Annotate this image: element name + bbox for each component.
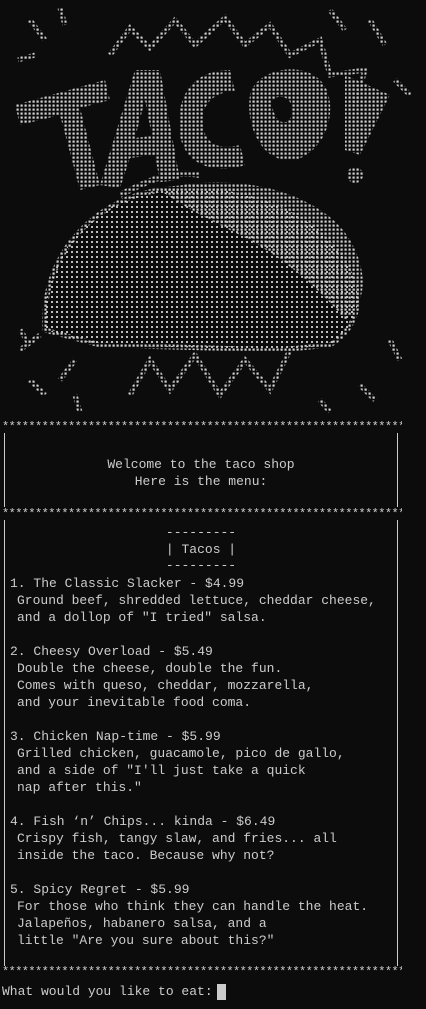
terminal-window: ****************************************… (0, 0, 426, 1009)
menu-item-title: 1. The Classic Slacker - $4.99 (10, 576, 245, 591)
menu-item-title: 4. Fish ‘n’ Chips... kinda - $6.49 (10, 814, 276, 829)
menu-header: | Tacos | (165, 542, 237, 557)
menu-item-desc: Jalapeños, habanero salsa, and a (17, 916, 267, 931)
menu-item-desc: inside the taco. Because why not? (17, 848, 275, 863)
border-right-menu (397, 520, 398, 966)
menu-item-desc: Grilled chicken, guacamole, pico de gall… (17, 746, 345, 761)
menu-header-rule-top: --------- (165, 525, 237, 540)
menu-intro-text: Here is the menu: (134, 474, 268, 489)
menu-item-desc: and a dollop of "I tried" salsa. (17, 610, 267, 625)
menu-item-desc: and a side of "I'll just take a quick (17, 763, 306, 778)
menu-item-desc: nap after this." (17, 780, 142, 795)
input-prompt[interactable]: What would you like to eat: (2, 983, 226, 1000)
taco-ascii-art (0, 0, 426, 420)
menu-item-desc: Crispy fish, tangy slaw, and fries... al… (17, 831, 337, 846)
welcome-text: Welcome to the taco shop (107, 457, 295, 472)
menu-item-desc: For those who think they can handle the … (17, 899, 369, 914)
separator-middle: ****************************************… (2, 508, 402, 520)
menu-item-desc: Comes with queso, cheddar, mozzarella, (17, 678, 314, 693)
menu-item-desc: and your inevitable food coma. (17, 695, 252, 710)
menu-item-title: 3. Chicken Nap-time - $5.99 (10, 729, 221, 744)
separator-top: ****************************************… (2, 421, 402, 433)
menu-item-title: 2. Cheesy Overload - $5.49 (10, 644, 213, 659)
taco-art-icon (15, 7, 412, 414)
text-cursor[interactable] (216, 983, 226, 1000)
menu-item-desc: Double the cheese, double the fun. (17, 661, 283, 676)
prompt-label: What would you like to eat: (2, 984, 213, 999)
menu-item-desc: Ground beef, shredded lettuce, cheddar c… (17, 593, 376, 608)
menu-item-desc: little "Are you sure about this?" (17, 933, 275, 948)
menu-header-rule-bottom: --------- (165, 558, 237, 573)
separator-bottom: ****************************************… (2, 966, 402, 978)
border-left-menu (4, 520, 5, 966)
menu-item-title: 5. Spicy Regret - $5.99 (10, 882, 190, 897)
